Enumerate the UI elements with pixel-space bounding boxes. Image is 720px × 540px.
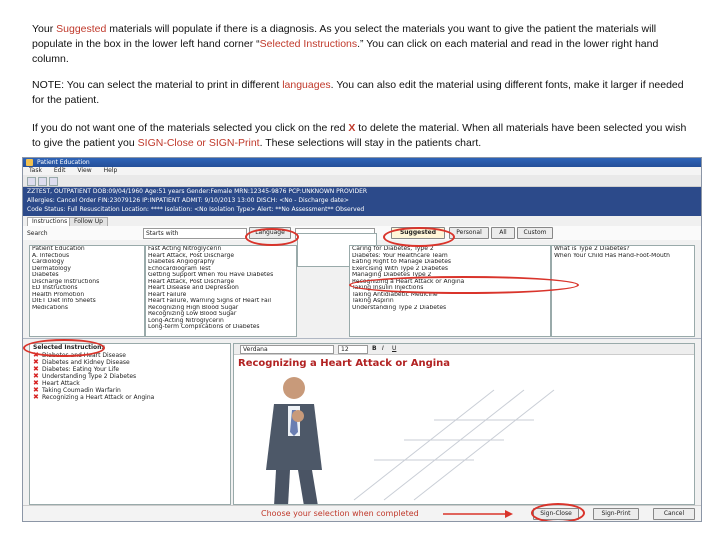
p1-suggested-highlight: Suggested: [56, 23, 107, 35]
sign-close-callout-circle: [531, 503, 585, 521]
category-tree: Patient Education A. Infectious Cardiology…: [29, 245, 145, 337]
suggested-callout-circle: [383, 227, 455, 247]
banner-row-3: Code Status: Full Resuscitation Location…: [27, 206, 365, 213]
pane-divider[interactable]: [23, 338, 701, 339]
man-with-chest-pain-illustration: [266, 377, 555, 504]
patient-banner: ZZTEST, OUTPATIENT DOB:09/04/1960 Age:51…: [23, 187, 701, 216]
materials-list: Fast Acting Nitroglycerin Heart Attack, P…: [145, 245, 297, 337]
sign-print-button[interactable]: Sign-Print: [593, 508, 639, 520]
banner-row-1: ZZTEST, OUTPATIENT DOB:09/04/1960 Age:51…: [27, 188, 368, 195]
refresh-icon[interactable]: [38, 177, 47, 186]
delete-x-icon[interactable]: ✖: [33, 394, 39, 401]
info-item-2[interactable]: When Your Child Has Hand-Foot-Mouth: [552, 253, 694, 260]
window-footer: Choose your selection when completed Sig…: [23, 505, 701, 521]
selected-instructions-panel: Selected Instructions ✖ Diabetes and Hear…: [29, 343, 231, 505]
patient-education-window: Patient Education Task Edit View Help ZZ…: [22, 157, 702, 522]
p3-text-c: . These selections will stay in the pati…: [259, 137, 482, 149]
preview-icon[interactable]: [49, 177, 58, 186]
selected-item-label: Diabetes and Kidney Disease: [42, 359, 130, 366]
info-list: What is Type 2 Diabetes? When Your Child…: [551, 245, 695, 337]
search-type-select[interactable]: Starts with: [143, 228, 247, 239]
instruction-paragraph-1: Your Suggested materials will populate i…: [32, 22, 692, 67]
selected-item-label: Taking Coumadin Warfarin: [42, 387, 121, 394]
p1-text-a: Your: [32, 23, 57, 35]
bold-icon[interactable]: B: [372, 345, 377, 352]
p3-text-a: If you do not want one of the materials …: [32, 122, 349, 134]
window-title: Patient Education: [37, 159, 90, 166]
material-item[interactable]: Long-term Complications of Diabetes: [146, 324, 296, 331]
selected-instructions-callout-circle: [23, 339, 105, 357]
selected-item-label: Understanding Type 2 Diabetes: [42, 373, 137, 380]
instruction-tabs: Instructions Follow Up: [23, 216, 701, 227]
tab-personal[interactable]: Personal: [449, 227, 489, 239]
selected-material-callout-circle: [349, 276, 579, 294]
p2-text-a: NOTE: You can select the material to pri…: [32, 79, 283, 91]
menu-edit[interactable]: Edit: [54, 167, 66, 174]
selected-item[interactable]: ✖ Taking Coumadin Warfarin: [30, 387, 230, 395]
selected-item[interactable]: ✖ Recognizing a Heart Attack or Angina: [30, 394, 230, 402]
p1-selected-highlight: Selected Instructions: [259, 38, 358, 50]
instruction-paragraph-3: If you do not want one of the materials …: [32, 121, 692, 151]
italic-icon[interactable]: I: [382, 345, 384, 352]
p3-sign-highlight: SIGN-Close or SIGN-Print: [137, 137, 260, 149]
banner-row-2: Allergies: Cancel Order FIN:23079126 IP:…: [27, 197, 349, 204]
selected-item-label: Recognizing a Heart Attack or Angina: [42, 394, 155, 401]
language-callout-circle: [245, 228, 299, 246]
selected-item[interactable]: ✖ Heart Attack: [30, 380, 230, 388]
search-label: Search: [27, 230, 48, 237]
editor-toolbar: Verdana 12 B I U: [234, 344, 694, 355]
print-icon[interactable]: [27, 177, 36, 186]
toolbar: [23, 175, 701, 187]
menu-help[interactable]: Help: [104, 167, 118, 174]
selected-item[interactable]: ✖ Diabetes: Eating Your Life: [30, 366, 230, 374]
instruction-paragraph-2: NOTE: You can select the material to pri…: [32, 78, 692, 108]
font-size-select[interactable]: 12: [338, 345, 368, 354]
footer-note: Choose your selection when completed: [261, 509, 419, 518]
document-preview: Verdana 12 B I U Recognizing a Heart Att…: [233, 343, 695, 505]
selected-item-label: Diabetes: Eating Your Life: [42, 366, 120, 373]
suggested-item[interactable]: Understanding Type 2 Diabetes: [350, 305, 550, 312]
underline-icon[interactable]: U: [392, 345, 396, 352]
menu-bar: Task Edit View Help: [23, 167, 701, 175]
menu-task[interactable]: Task: [29, 167, 42, 174]
tab-custom[interactable]: Custom: [517, 227, 553, 239]
menu-view[interactable]: View: [77, 167, 91, 174]
p2-languages-highlight: languages: [282, 79, 331, 91]
window-titlebar: Patient Education: [23, 158, 701, 167]
tab-all[interactable]: All: [491, 227, 515, 239]
font-select[interactable]: Verdana: [240, 345, 334, 354]
app-icon: [26, 159, 33, 166]
arrow-icon: [443, 510, 513, 518]
selected-item[interactable]: ✖ Understanding Type 2 Diabetes: [30, 373, 230, 381]
selected-item-label: Heart Attack: [42, 380, 80, 387]
tree-item[interactable]: Medications: [30, 305, 144, 312]
selected-item[interactable]: ✖ Diabetes and Kidney Disease: [30, 359, 230, 367]
cancel-button[interactable]: Cancel: [653, 508, 695, 520]
